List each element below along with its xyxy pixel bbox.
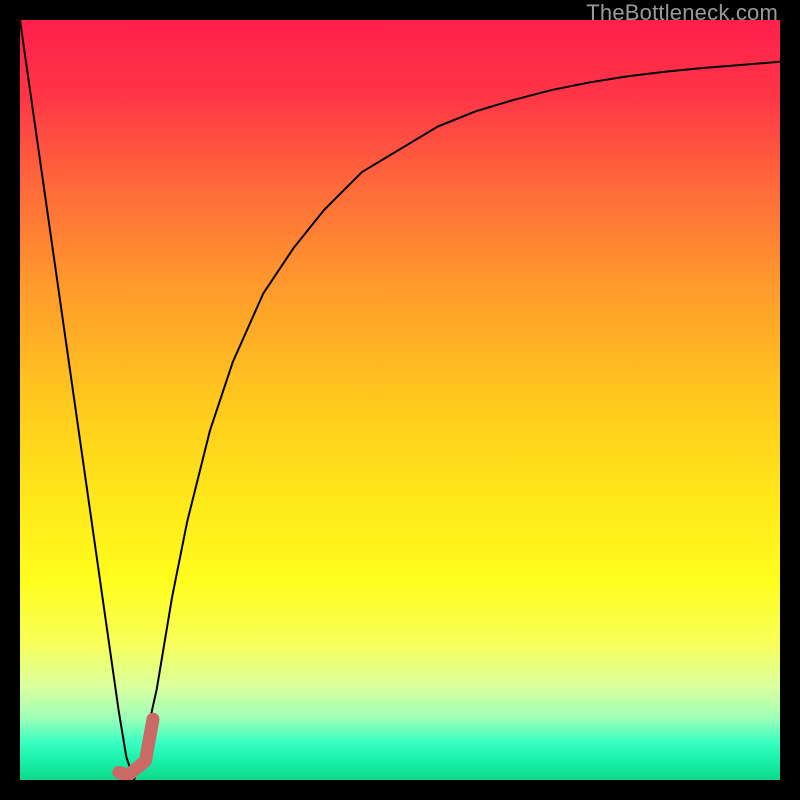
curve-layer <box>20 20 780 780</box>
plot-area <box>20 20 780 780</box>
chart-frame: TheBottleneck.com <box>0 0 800 800</box>
series-bottleneck-curve <box>20 20 780 780</box>
watermark-text: TheBottleneck.com <box>586 0 778 26</box>
